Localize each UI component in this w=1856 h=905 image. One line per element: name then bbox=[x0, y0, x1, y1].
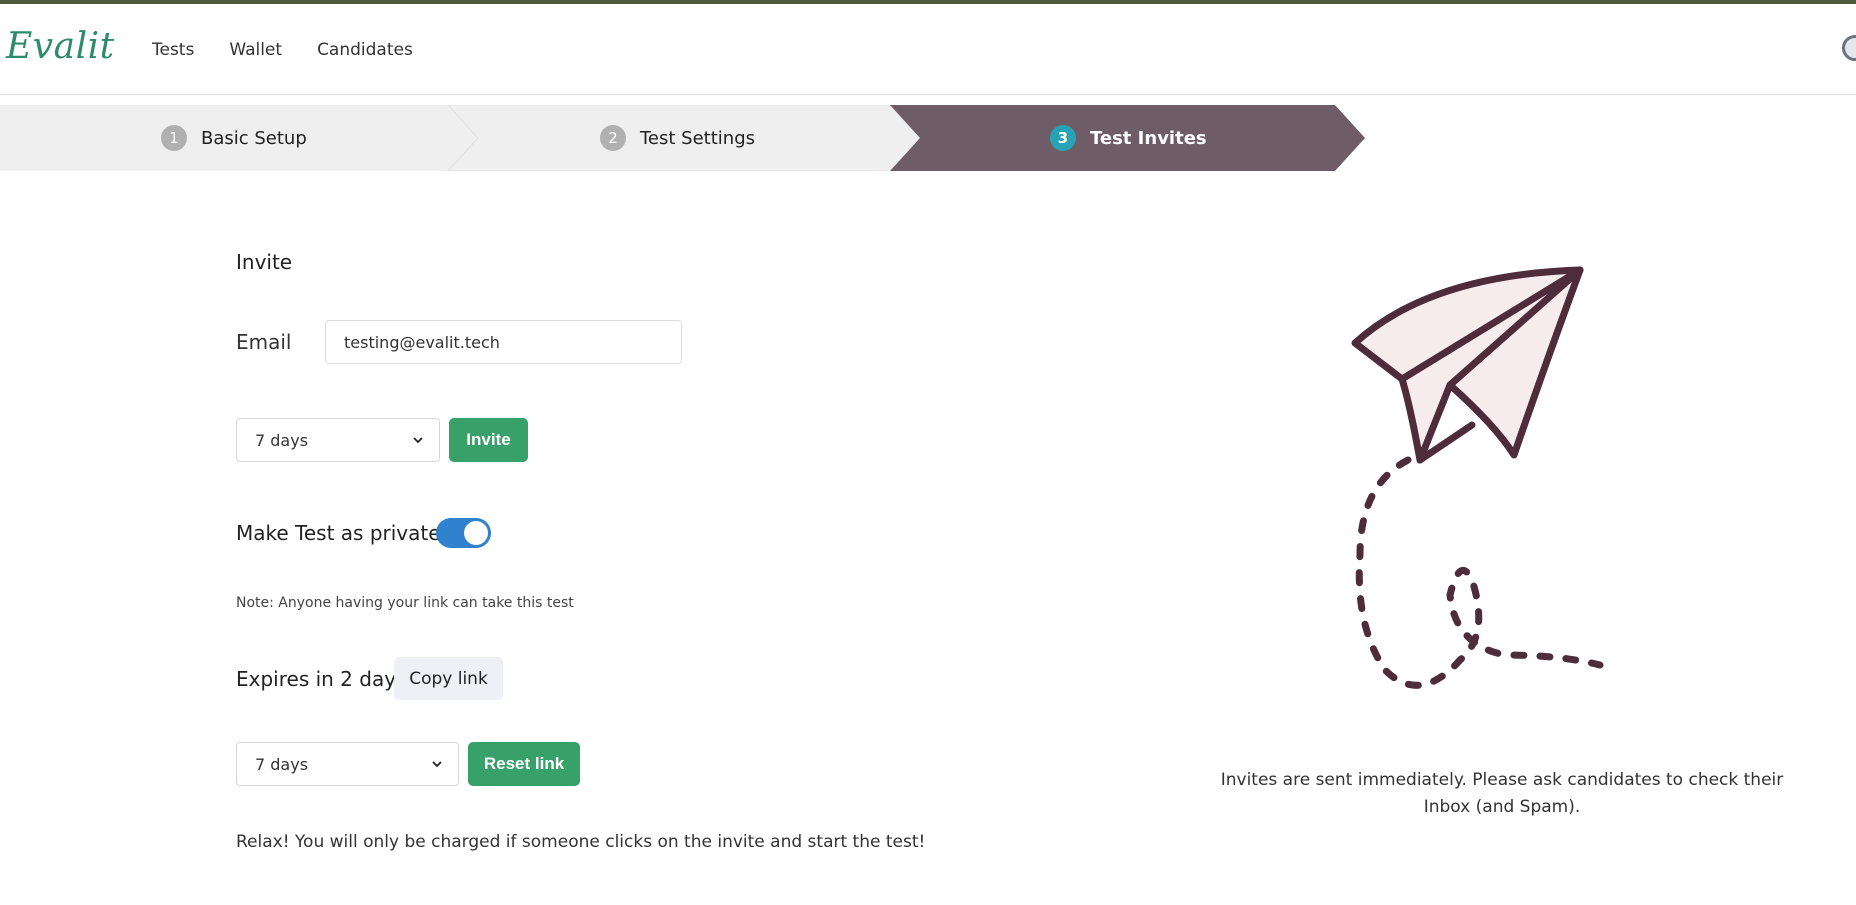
nav-candidates[interactable]: Candidates bbox=[317, 40, 413, 60]
chevron-down-icon bbox=[432, 761, 442, 768]
select-value: 7 days bbox=[255, 754, 309, 774]
step-label: Test Settings bbox=[640, 127, 755, 149]
copy-link-button[interactable]: Copy link bbox=[394, 657, 503, 700]
private-toggle-label: Make Test as private bbox=[236, 521, 441, 545]
private-toggle[interactable] bbox=[436, 518, 491, 548]
wizard-stepper: 1 Basic Setup 2 Test Settings 3 Test Inv… bbox=[0, 105, 1370, 171]
link-duration-select[interactable]: 7 days bbox=[236, 742, 459, 786]
link-expiry-text: Expires in 2 days bbox=[236, 667, 407, 691]
step-label: Test Invites bbox=[1090, 127, 1207, 149]
step-basic-setup[interactable]: 1 Basic Setup bbox=[161, 105, 307, 171]
select-value: 7 days bbox=[255, 430, 309, 450]
step-test-settings[interactable]: 2 Test Settings bbox=[600, 105, 755, 171]
step-label: Basic Setup bbox=[201, 127, 307, 149]
billing-note: Relax! You will only be charged if someo… bbox=[236, 832, 926, 852]
avatar[interactable] bbox=[1842, 35, 1856, 61]
reset-link-button[interactable]: Reset link bbox=[468, 742, 580, 786]
toggle-knob bbox=[464, 521, 488, 545]
invite-button[interactable]: Invite bbox=[449, 418, 528, 462]
nav-tests[interactable]: Tests bbox=[152, 40, 194, 60]
app-header: Evalit Tests Wallet Candidates bbox=[0, 4, 1856, 95]
illustration-caption: Invites are sent immediately. Please ask… bbox=[1220, 770, 1784, 817]
logo[interactable]: Evalit bbox=[6, 26, 115, 67]
step-number: 2 bbox=[600, 125, 626, 151]
chevron-down-icon bbox=[413, 437, 423, 444]
paper-plane-icon bbox=[1351, 266, 1604, 689]
invite-duration-select[interactable]: 7 days bbox=[236, 418, 440, 462]
section-title: Invite bbox=[236, 250, 293, 274]
email-input[interactable] bbox=[325, 320, 682, 364]
step-number: 1 bbox=[161, 125, 187, 151]
step-number: 3 bbox=[1050, 125, 1076, 151]
main-nav: Tests Wallet Candidates bbox=[152, 40, 413, 60]
privacy-note: Note: Anyone having your link can take t… bbox=[236, 595, 574, 611]
step-test-invites[interactable]: 3 Test Invites bbox=[1050, 105, 1207, 171]
nav-wallet[interactable]: Wallet bbox=[229, 40, 282, 60]
email-label: Email bbox=[236, 330, 292, 354]
